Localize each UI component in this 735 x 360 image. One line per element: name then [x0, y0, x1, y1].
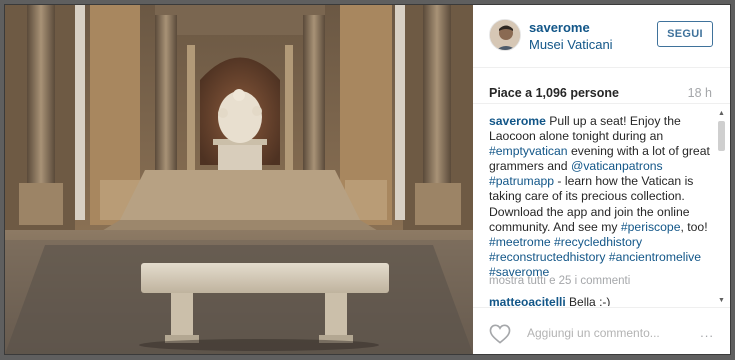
comments-scrollbar[interactable]: ▲ ▼	[717, 109, 726, 305]
avatar[interactable]	[489, 19, 521, 51]
hashtag-link[interactable]: #emptyvatican	[489, 144, 568, 158]
author-username[interactable]: saverome	[529, 20, 590, 35]
post-details-panel: saverome Musei Vaticani SEGUI Piace a 1,…	[473, 5, 730, 354]
post-location[interactable]: Musei Vaticani	[529, 37, 613, 52]
post-footer: ...	[473, 307, 730, 354]
more-options-icon[interactable]: ...	[700, 326, 714, 339]
hashtag-link[interactable]: #meetrome	[489, 235, 551, 249]
hashtag-link[interactable]: #ancientromelive	[609, 250, 701, 264]
avatar-image	[490, 20, 520, 50]
post-modal: saverome Musei Vaticani SEGUI Piace a 1,…	[4, 4, 731, 355]
hashtag-link[interactable]: @vaticanpatrons	[571, 159, 663, 173]
hashtag-link[interactable]: #periscope	[621, 220, 681, 234]
comment-item: matteoacitelli Bella :-)	[489, 295, 610, 306]
post-header: saverome Musei Vaticani SEGUI	[473, 5, 730, 68]
comment-input[interactable]	[527, 324, 677, 342]
post-timestamp[interactable]: 18 h	[688, 86, 712, 100]
comments-area: saverome Pull up a seat! Enjoy the Laoco…	[473, 105, 730, 306]
scrollbar-thumb[interactable]	[718, 121, 725, 151]
photo-image	[5, 5, 473, 354]
comment-username[interactable]: matteoacitelli	[489, 295, 566, 306]
post-caption: saverome Pull up a seat! Enjoy the Laoco…	[489, 114, 714, 280]
show-all-comments-link[interactable]: mostra tutti e 25 i commenti	[489, 275, 630, 287]
hashtag-link[interactable]: #patrumapp	[489, 174, 554, 188]
caption-text: Pull up a seat! Enjoy the Laocoon alone …	[489, 114, 710, 279]
likes-count[interactable]: Piace a 1,096 persone	[489, 86, 619, 100]
heart-icon[interactable]	[489, 324, 511, 344]
scroll-down-arrow-icon[interactable]: ▼	[717, 296, 726, 305]
scroll-up-arrow-icon[interactable]: ▲	[717, 109, 726, 118]
post-photo[interactable]	[5, 5, 473, 354]
caption-username[interactable]: saverome	[489, 114, 546, 128]
hashtag-link[interactable]: #reconstructedhistory	[489, 250, 606, 264]
comment-text: Bella :-)	[569, 295, 611, 306]
follow-button[interactable]: SEGUI	[657, 21, 713, 47]
likes-row: Piace a 1,096 persone 18 h	[473, 68, 730, 104]
caption-text-segment: , too!	[680, 219, 708, 234]
hashtag-link[interactable]: #recycledhistory	[554, 235, 642, 249]
